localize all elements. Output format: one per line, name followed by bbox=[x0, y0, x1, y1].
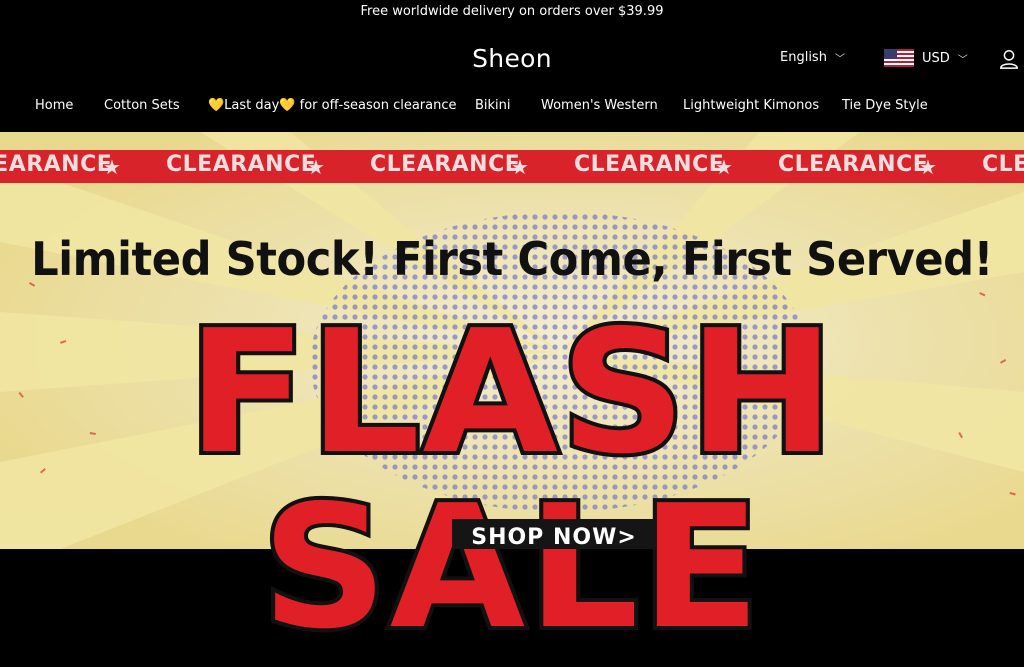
clearance-text: CLEARANCE bbox=[574, 152, 725, 177]
nav-last-day-clearance[interactable]: 💛Last day💛 for off-season clearance bbox=[208, 98, 457, 113]
header: Sheon English ﹀ USD ﹀ bbox=[0, 24, 1024, 94]
clearance-text: CLEARANCE bbox=[370, 152, 521, 177]
announcement-bar: Free worldwide delivery on orders over $… bbox=[0, 0, 1024, 24]
star-icon: ★ bbox=[307, 155, 325, 179]
nav-cotton-sets[interactable]: Cotton Sets bbox=[104, 98, 180, 113]
nav-womens-western[interactable]: Women's Western bbox=[541, 98, 658, 113]
shop-now-button[interactable]: SHOP NOW> bbox=[452, 519, 656, 550]
currency-label: USD bbox=[922, 50, 950, 66]
nav-tie-dye[interactable]: Tie Dye Style bbox=[842, 98, 928, 113]
announcement-text: Free worldwide delivery on orders over $… bbox=[360, 4, 664, 19]
clearance-strip: CLEARANCE ★ CLEARANCE ★ CLEARANCE ★ CLEA… bbox=[0, 150, 1024, 183]
us-flag-icon bbox=[884, 49, 914, 67]
chevron-down-icon: ﹀ bbox=[834, 54, 845, 65]
brand-logo[interactable]: Sheon bbox=[472, 44, 552, 73]
clearance-text: CLEARANCE bbox=[778, 152, 929, 177]
star-icon: ★ bbox=[919, 155, 937, 179]
nav-home[interactable]: Home bbox=[35, 98, 73, 113]
star-icon: ★ bbox=[511, 155, 529, 179]
chevron-down-icon: ﹀ bbox=[957, 54, 968, 66]
language-selector[interactable]: English ﹀ bbox=[780, 50, 845, 65]
currency-selector[interactable]: USD ﹀ bbox=[884, 49, 968, 67]
user-account-icon[interactable] bbox=[998, 48, 1020, 70]
flash-sale-title: FLASH SALE bbox=[187, 294, 837, 667]
language-label: English bbox=[780, 50, 827, 65]
banner-headline: Limited Stock! First Come, First Served! bbox=[31, 232, 993, 286]
nav-bikini[interactable]: Bikini bbox=[475, 98, 511, 113]
clearance-text: CLEARANCE bbox=[166, 152, 317, 177]
star-icon: ★ bbox=[103, 155, 121, 179]
nav-lightweight-kimonos[interactable]: Lightweight Kimonos bbox=[683, 98, 819, 113]
clearance-text: CLEARANCE bbox=[982, 152, 1024, 177]
clearance-text: CLEARANCE bbox=[0, 152, 113, 177]
star-icon: ★ bbox=[715, 155, 733, 179]
main-nav: Home Cotton Sets 💛Last day💛 for off-seas… bbox=[0, 92, 1024, 130]
